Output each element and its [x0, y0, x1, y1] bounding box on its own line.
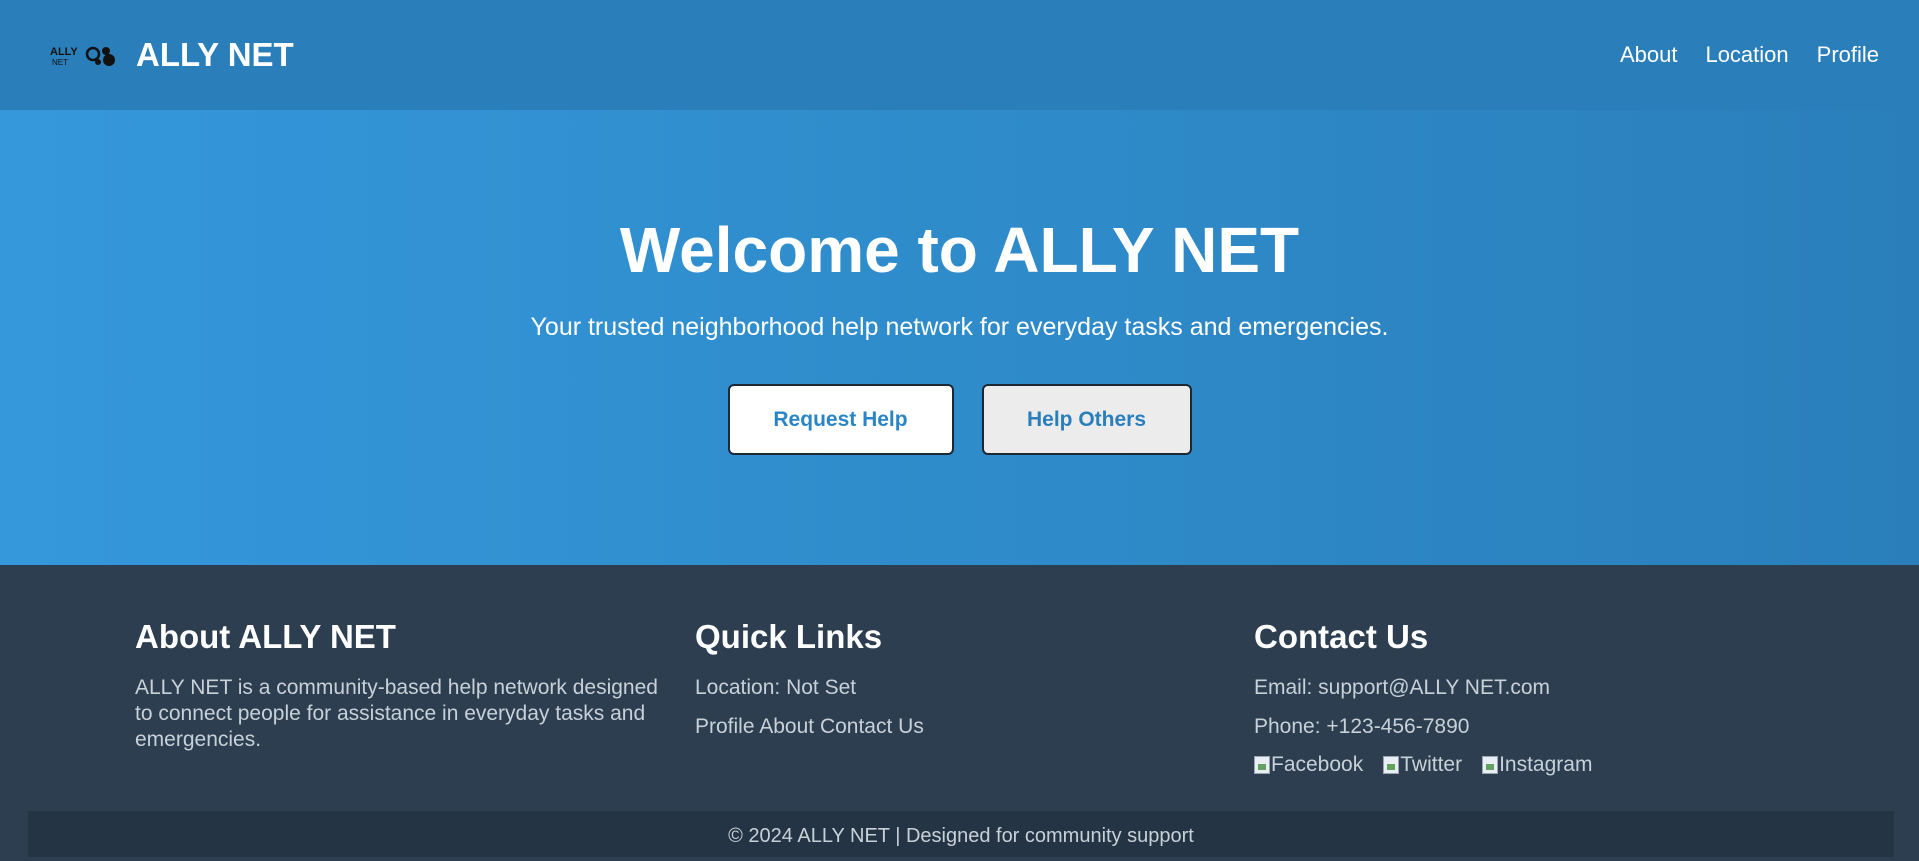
facebook-link[interactable]: Facebook	[1254, 753, 1363, 777]
contact-email: Email: support@ALLY NET.com	[1254, 676, 1550, 700]
footer-about-heading: About ALLY NET	[135, 618, 396, 655]
hero-buttons: Request Help Help Others	[0, 384, 1919, 455]
footer-about-text: ALLY NET is a community-based help netwo…	[135, 676, 658, 752]
nav-link-location[interactable]: Location	[1705, 42, 1788, 68]
broken-image-icon	[1254, 756, 1270, 775]
footer-contact: Contact Us Email: support@ALLY NET.com P…	[1254, 618, 1794, 777]
svg-text:ALLY: ALLY	[50, 46, 78, 58]
location-status: Location: Not Set	[695, 676, 857, 700]
main-nav: About Location Profile	[1620, 42, 1879, 68]
nav-link-about[interactable]: About	[1620, 42, 1678, 68]
brand-name: ALLY NET	[136, 36, 294, 73]
quick-links-row: Profile About Contact Us	[695, 714, 1235, 740]
navbar: ALLY NET ALLY NET About Location Profile	[0, 0, 1919, 110]
footer-about: About ALLY NET ALLY NET is a community-b…	[135, 618, 675, 753]
broken-image-icon	[1383, 756, 1400, 775]
footer-link-profile[interactable]: Profile	[695, 715, 755, 738]
request-help-button[interactable]: Request Help	[727, 384, 954, 455]
nav-link-profile[interactable]: Profile	[1817, 42, 1879, 68]
logo-icon: ALLY NET	[48, 40, 118, 70]
broken-image-icon	[1482, 756, 1499, 775]
twitter-link[interactable]: Twitter	[1383, 753, 1462, 777]
instagram-alt-text: Instagram	[1499, 753, 1593, 777]
svg-text:NET: NET	[52, 58, 68, 67]
footer-quick-links-heading: Quick Links	[695, 618, 883, 655]
facebook-alt-text: Facebook	[1271, 753, 1364, 777]
brand[interactable]: ALLY NET ALLY NET	[48, 36, 294, 74]
footer-contact-heading: Contact Us	[1254, 618, 1429, 655]
twitter-alt-text: Twitter	[1400, 753, 1463, 777]
help-others-button[interactable]: Help Others	[981, 384, 1192, 455]
footer-link-contact[interactable]: Contact Us	[820, 715, 924, 738]
instagram-link[interactable]: Instagram	[1482, 753, 1592, 777]
hero-title: Welcome to ALLY NET	[619, 214, 1300, 286]
hero-subtitle: Your trusted neighborhood help network f…	[530, 313, 1389, 341]
contact-phone: Phone: +123-456-7890	[1254, 715, 1470, 739]
copyright-bar: © 2024 ALLY NET | Designed for community…	[28, 811, 1894, 857]
footer-quick-links: Quick Links Location: Not Set Profile Ab…	[695, 618, 1235, 753]
social-links: Facebook Twitter Instagram	[1254, 753, 1794, 777]
footer-link-about[interactable]: About	[759, 715, 814, 738]
hero-section: Welcome to ALLY NET Your trusted neighbo…	[0, 110, 1919, 565]
